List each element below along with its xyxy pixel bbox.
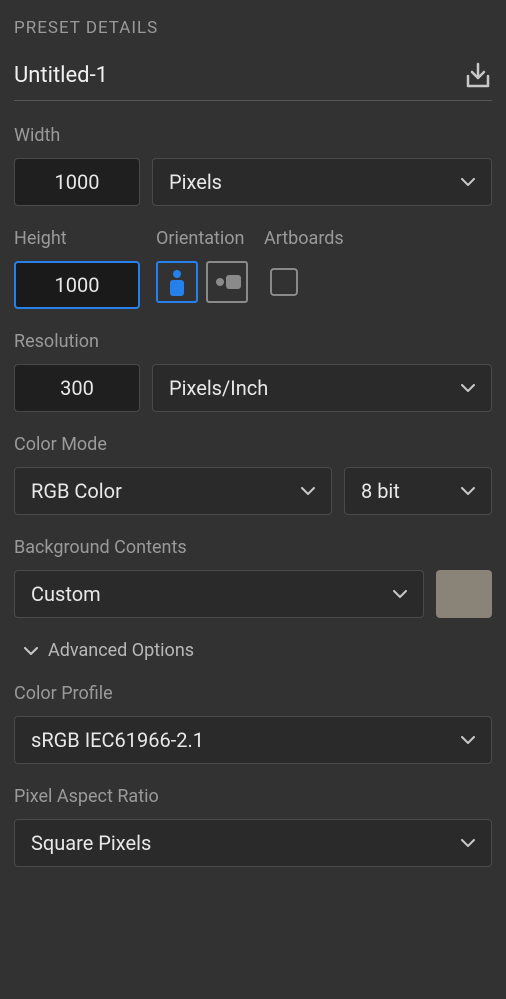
height-orientation-artboards-row: Height Orientation Artboards (14, 228, 492, 309)
width-unit-value: Pixels (169, 170, 222, 194)
chevron-down-icon (461, 836, 475, 850)
width-input[interactable] (14, 158, 140, 206)
chevron-down-icon (461, 733, 475, 747)
orientation-portrait-button[interactable] (156, 261, 198, 303)
width-label: Width (14, 125, 492, 146)
background-value: Custom (31, 582, 101, 606)
height-label: Height (14, 228, 140, 249)
pixel-aspect-value: Square Pixels (31, 831, 151, 855)
chevron-down-icon (301, 484, 315, 498)
orientation-label: Orientation (156, 228, 248, 249)
resolution-unit-value: Pixels/Inch (169, 376, 268, 400)
resolution-section: Resolution Pixels/Inch (14, 331, 492, 412)
color-profile-label: Color Profile (14, 683, 492, 704)
height-input[interactable] (14, 261, 140, 309)
color-mode-section: Color Mode RGB Color 8 bit (14, 434, 492, 515)
chevron-down-icon (461, 484, 475, 498)
width-unit-dropdown[interactable]: Pixels (152, 158, 492, 206)
panel-title: PRESET DETAILS (14, 18, 492, 38)
pixel-aspect-dropdown[interactable]: Square Pixels (14, 819, 492, 867)
chevron-down-icon (24, 644, 38, 658)
chevron-down-icon (461, 381, 475, 395)
chevron-down-icon (461, 175, 475, 189)
preset-name-row (14, 62, 492, 101)
background-dropdown[interactable]: Custom (14, 570, 424, 618)
color-profile-section: Color Profile sRGB IEC61966-2.1 (14, 683, 492, 764)
resolution-label: Resolution (14, 331, 492, 352)
artboards-label: Artboards (264, 228, 344, 249)
advanced-options-toggle[interactable]: Advanced Options (24, 640, 492, 661)
bit-depth-dropdown[interactable]: 8 bit (344, 467, 492, 515)
color-mode-value: RGB Color (31, 479, 122, 503)
bit-depth-value: 8 bit (361, 479, 400, 503)
resolution-input[interactable] (14, 364, 140, 412)
resolution-unit-dropdown[interactable]: Pixels/Inch (152, 364, 492, 412)
color-profile-dropdown[interactable]: sRGB IEC61966-2.1 (14, 716, 492, 764)
preset-name-input[interactable] (14, 63, 464, 88)
advanced-options-label: Advanced Options (48, 640, 194, 661)
color-mode-dropdown[interactable]: RGB Color (14, 467, 332, 515)
color-profile-value: sRGB IEC61966-2.1 (31, 728, 204, 752)
background-label: Background Contents (14, 537, 492, 558)
chevron-down-icon (393, 587, 407, 601)
orientation-landscape-button[interactable] (206, 261, 248, 303)
background-section: Background Contents Custom (14, 537, 492, 618)
width-section: Width Pixels (14, 125, 492, 206)
pixel-aspect-section: Pixel Aspect Ratio Square Pixels (14, 786, 492, 867)
artboards-checkbox[interactable] (270, 268, 298, 296)
save-preset-icon[interactable] (464, 62, 492, 88)
background-color-swatch[interactable] (436, 570, 492, 618)
pixel-aspect-label: Pixel Aspect Ratio (14, 786, 492, 807)
color-mode-label: Color Mode (14, 434, 492, 455)
